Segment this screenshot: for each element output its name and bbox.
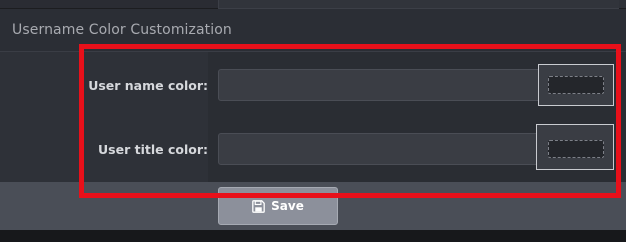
label-column: User name color: User title color: <box>0 52 208 182</box>
save-button-label: Save <box>271 199 304 213</box>
user-title-color-swatch[interactable] <box>536 124 614 170</box>
user-name-color-swatch[interactable] <box>538 64 614 106</box>
user-name-color-label: User name color: <box>88 78 208 93</box>
bottom-strip <box>0 230 626 242</box>
color-customization-panel: Username Color Customization User name c… <box>0 0 626 242</box>
user-title-color-preview <box>548 140 604 158</box>
section-title: Username Color Customization <box>12 22 232 38</box>
previous-row-strip <box>0 0 626 9</box>
save-button[interactable]: Save <box>218 187 338 225</box>
previous-row-input-cell <box>218 0 619 9</box>
section-header: Username Color Customization <box>0 9 626 52</box>
floppy-disk-icon <box>252 199 265 213</box>
user-title-color-label: User title color: <box>98 142 208 157</box>
user-name-color-preview <box>548 76 604 94</box>
previous-row-label-cell <box>0 0 218 8</box>
